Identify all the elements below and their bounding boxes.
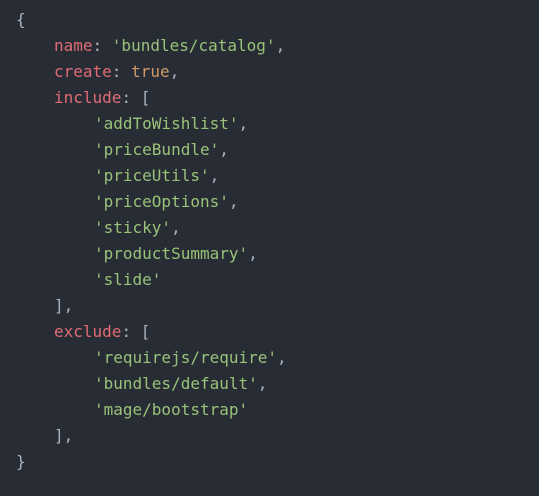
exclude-item-value: 'bundles/default' (94, 374, 258, 393)
include-item: 'priceBundle', (94, 140, 229, 159)
include-key: include (54, 88, 122, 107)
include-item-value: 'productSummary' (94, 244, 249, 263)
name-line: name: 'bundles/catalog', (54, 36, 286, 55)
name-value: 'bundles/catalog' (111, 36, 276, 55)
close-brace: } (16, 452, 26, 471)
exclude-item: 'requirejs/require', (94, 348, 287, 367)
include-item-value: 'priceOptions' (94, 192, 229, 211)
exclude-close: ], (54, 426, 74, 445)
include-item-value: 'slide' (94, 270, 162, 289)
include-item: 'sticky', (94, 218, 181, 237)
include-item: 'priceUtils', (94, 166, 220, 185)
include-line: include: [ (54, 88, 151, 107)
include-item: 'productSummary', (94, 244, 258, 263)
open-brace: { (16, 10, 26, 29)
include-item: 'addToWishlist', (94, 114, 249, 133)
include-item: 'slide' (16, 267, 539, 293)
exclude-item: 'bundles/default', (94, 374, 268, 393)
include-item-value: 'addToWishlist' (94, 114, 239, 133)
exclude-item: 'mage/bootstrap' (16, 397, 539, 423)
create-line: create: true, (54, 62, 180, 81)
exclude-key: exclude (54, 322, 122, 341)
include-item-value: 'priceBundle' (94, 140, 220, 159)
exclude-line: exclude: [ (54, 322, 151, 341)
create-key: create (54, 62, 112, 81)
include-close: ], (54, 296, 74, 315)
exclude-item-value: 'requirejs/require' (94, 348, 278, 367)
exclude-item-value: 'mage/bootstrap' (94, 400, 249, 419)
include-item-value: 'priceUtils' (94, 166, 210, 185)
include-item: 'priceOptions', (94, 192, 239, 211)
code-block: { name: 'bundles/catalog', create: true,… (0, 0, 539, 496)
create-value: true (131, 62, 170, 81)
include-item-value: 'sticky' (94, 218, 172, 237)
name-key: name (54, 36, 93, 55)
